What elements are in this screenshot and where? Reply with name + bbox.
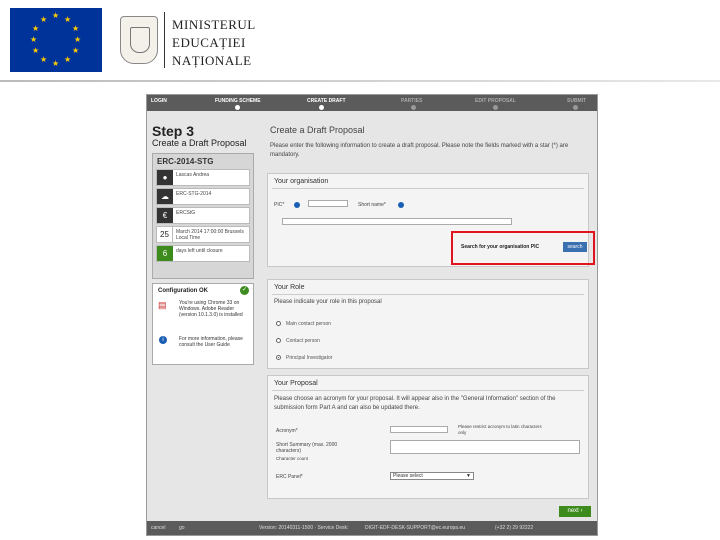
acronym-label: Acronym*	[276, 428, 298, 434]
info-icon: i	[159, 336, 167, 344]
acronym-hint: Please restrict acronym to latin charact…	[458, 424, 542, 435]
info-row-call: ☁ ERC-STG-2014	[156, 188, 250, 205]
summary-count: Character count	[276, 456, 309, 461]
organisation-title: Your organisation	[274, 178, 329, 185]
browser-note: You're using Chrome 33 on Windows. Adobe…	[179, 300, 243, 318]
role-radio-main-contact[interactable]	[276, 321, 281, 326]
euro-icon: €	[157, 208, 173, 223]
role-radio-contact[interactable]	[276, 338, 281, 343]
search-button[interactable]: search	[563, 242, 587, 252]
cloud-icon: ☁	[157, 189, 173, 204]
step-subtitle: Create a Draft Proposal	[152, 138, 247, 148]
main-intro: Please enter the following information t…	[270, 143, 569, 158]
portal-footer: cancel go Version: 20140311-1500 · Servi…	[147, 521, 597, 535]
role-section: Your Role Please indicate your role in t…	[267, 279, 589, 369]
header-divider	[164, 12, 165, 68]
config-title: Configuration OK	[158, 288, 208, 294]
portal-screenshot: LOGIN FUNDING SCHEME CREATE DRAFT PARTIE…	[146, 94, 598, 536]
header-rule	[0, 80, 720, 82]
organisation-name-input[interactable]	[282, 218, 512, 225]
ministry-name: MINISTERUL EDUCAȚIEI NAȚIONALE	[172, 17, 256, 68]
step-create-draft[interactable]: CREATE DRAFT	[307, 98, 346, 104]
step-funding-scheme[interactable]: FUNDING SCHEME	[215, 98, 261, 104]
service-desk-email[interactable]: DIGIT-EDF-DESK-SUPPORT@ec.europa.eu	[365, 525, 465, 531]
check-icon: ✓	[240, 286, 249, 295]
call-id: ERC-2014-STG	[157, 157, 214, 166]
go-link[interactable]: go	[179, 525, 185, 531]
short-name-label: Short name*	[358, 202, 386, 208]
ministry-crest-icon	[120, 16, 158, 64]
proposal-title: Your Proposal	[274, 380, 318, 387]
configuration-panel: Configuration OK ✓ ▤ You're using Chrome…	[152, 283, 254, 365]
step-login[interactable]: LOGIN	[151, 98, 167, 104]
user-icon: ●	[157, 170, 173, 185]
role-radio-principal-investigator[interactable]	[276, 355, 281, 360]
section-rule	[272, 294, 584, 295]
cancel-link[interactable]: cancel	[151, 525, 165, 531]
days-icon: 6	[157, 246, 173, 261]
pic-label: PIC*	[274, 202, 285, 208]
info-row-scheme: € ERCStG	[156, 207, 250, 224]
section-rule	[272, 188, 584, 189]
step-dot-icon	[573, 105, 578, 110]
help-icon[interactable]	[398, 202, 404, 208]
step-dot-icon	[319, 105, 324, 110]
step-parties: PARTIES	[401, 98, 423, 104]
main-title: Create a Draft Proposal	[270, 125, 365, 135]
search-label: Search for your organisation PIC	[461, 244, 540, 250]
role-option-label: Contact person	[286, 338, 320, 344]
panel-label: ERC Panel*	[276, 474, 303, 480]
call-info-panel: ERC-2014-STG ● Lascas Andrea ☁ ERC-STG-2…	[152, 153, 254, 279]
step-title: Step 3	[152, 123, 195, 139]
role-prompt: Please indicate your role in this propos…	[274, 299, 382, 305]
calendar-icon: 25	[157, 227, 173, 242]
wizard-progress-bar: LOGIN FUNDING SCHEME CREATE DRAFT PARTIE…	[147, 95, 597, 111]
pic-input[interactable]	[308, 200, 348, 207]
step-edit-proposal: EDIT PROPOSAL	[475, 98, 516, 104]
eu-flag: ★ ★ ★ ★ ★ ★ ★ ★ ★ ★ ★ ★	[10, 8, 102, 72]
proposal-intro: Please choose an acronym for your propos…	[274, 396, 556, 411]
erc-panel-select[interactable]: Please select ▼	[390, 472, 474, 480]
proposal-section: Your Proposal Please choose an acronym f…	[267, 375, 589, 499]
pdf-icon: ▤	[158, 300, 167, 310]
chevron-down-icon: ▼	[466, 473, 471, 479]
summary-label: Short Summary (max. 2000 characters)	[276, 442, 338, 454]
info-row-days-left: 6 days left until closure	[156, 245, 250, 262]
info-row-deadline: 25 March 2014 17:00:00 Brussels Local Ti…	[156, 226, 250, 243]
version-text: Version: 20140311-1500 · Service Desk:	[259, 525, 349, 531]
step-submit: SUBMIT	[567, 98, 587, 104]
search-highlight-box: Search for your organisation PIC search	[451, 231, 595, 265]
service-desk-phone: (+32 2) 29 92222	[495, 525, 534, 531]
step-dot-icon	[493, 105, 498, 110]
next-button[interactable]: next ›	[559, 506, 591, 517]
role-option-label: Main contact person	[286, 321, 332, 327]
erc-panel-value: Please select	[393, 473, 423, 479]
role-title: Your Role	[274, 284, 305, 291]
acronym-input[interactable]	[390, 426, 448, 433]
help-note[interactable]: For more information, please consult the…	[179, 336, 251, 348]
info-row-user: ● Lascas Andrea	[156, 169, 250, 186]
step-dot-icon	[235, 105, 240, 110]
role-option-label: Principal Investigator	[286, 355, 333, 361]
step-dot-icon	[411, 105, 416, 110]
section-rule	[272, 390, 584, 391]
summary-textarea[interactable]	[390, 440, 580, 454]
help-icon[interactable]	[294, 202, 300, 208]
